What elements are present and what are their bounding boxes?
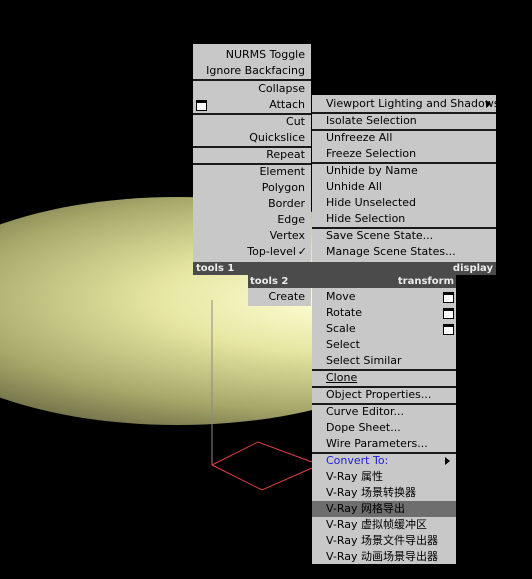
menu-item-hide-selection[interactable]: Hide Selection xyxy=(312,211,496,227)
menu-item-move-label: Move xyxy=(326,290,356,303)
menu-item-vertex[interactable]: Vertex xyxy=(193,228,311,244)
quad-menu-tools1: NURMS Toggle Ignore Backfacing Collapse … xyxy=(193,44,311,262)
menu-item-save-scene-state[interactable]: Save Scene State... xyxy=(312,228,496,244)
menu-item-freeze-selection[interactable]: Freeze Selection xyxy=(312,146,496,162)
menu-item-create[interactable]: Create xyxy=(248,289,311,305)
quad-label-display: display xyxy=(452,263,493,274)
menu-item-rotate-label: Rotate xyxy=(326,306,363,319)
menu-item-repeat[interactable]: Repeat xyxy=(193,147,311,163)
rotate-settings-icon[interactable] xyxy=(443,308,454,319)
menu-item-scale[interactable]: Scale xyxy=(312,321,456,337)
menu-item-unhide-all[interactable]: Unhide All xyxy=(312,179,496,195)
menu-item-isolate-selection[interactable]: Isolate Selection xyxy=(312,113,496,129)
menu-item-vray-properties[interactable]: V-Ray 属性 xyxy=(312,469,456,485)
menu-item-viewport-lighting[interactable]: Viewport Lighting and Shadows xyxy=(312,96,500,112)
menu-item-top-level-label: Top-level xyxy=(247,245,296,258)
menu-item-cut[interactable]: Cut xyxy=(193,114,311,130)
menu-item-convert-to[interactable]: Convert To: xyxy=(312,453,456,469)
menu-item-attach[interactable]: Attach xyxy=(193,97,311,113)
menu-item-vray-frame-buffer[interactable]: V-Ray 虚拟帧缓冲区 xyxy=(312,517,456,533)
attach-settings-icon[interactable] xyxy=(196,100,207,111)
quad-label-bar-bottom: tools 2 transform xyxy=(248,275,456,288)
menu-item-unhide-by-name[interactable]: Unhide by Name xyxy=(312,163,496,179)
menu-item-manage-scene-states[interactable]: Manage Scene States... xyxy=(312,244,496,260)
menu-item-viewport-lighting-label: Viewport Lighting and Shadows xyxy=(326,97,500,110)
menu-item-nurms-toggle[interactable]: NURMS Toggle xyxy=(193,47,311,63)
menu-item-vray-animation-scene-exporter[interactable]: V-Ray 动画场景导出器 xyxy=(312,549,456,565)
menu-item-vray-mesh-export[interactable]: V-Ray 网格导出 xyxy=(312,501,456,517)
submenu-arrow-icon xyxy=(486,100,491,108)
submenu-arrow-icon xyxy=(445,457,450,465)
quad-label-bar-left: tools 1 xyxy=(193,262,312,275)
quad-label-tools2: tools 2 xyxy=(250,276,289,287)
menu-item-move[interactable]: Move xyxy=(312,289,456,305)
menu-item-quickslice[interactable]: Quickslice xyxy=(193,130,311,146)
menu-item-clone[interactable]: Clone xyxy=(312,370,456,386)
menu-item-ignore-backfacing[interactable]: Ignore Backfacing xyxy=(193,63,311,79)
menu-item-rotate[interactable]: Rotate xyxy=(312,305,456,321)
menu-item-border[interactable]: Border xyxy=(193,196,311,212)
quad-label-tools1: tools 1 xyxy=(196,263,235,274)
menu-item-wire-parameters[interactable]: Wire Parameters... xyxy=(312,436,456,452)
menu-item-collapse[interactable]: Collapse xyxy=(193,81,311,97)
quad-menu-tools2: Create xyxy=(248,288,311,306)
quad-label-transform: transform xyxy=(397,276,454,287)
quad-menu-display: Viewport Lighting and Shadows Isolate Se… xyxy=(312,95,500,262)
menu-item-element[interactable]: Element xyxy=(193,164,311,180)
menu-item-hide-unselected[interactable]: Hide Unselected xyxy=(312,195,496,211)
menu-item-object-properties[interactable]: Object Properties... xyxy=(312,387,456,403)
menu-item-vray-scene-file-exporter[interactable]: V-Ray 场景文件导出器 xyxy=(312,533,456,549)
quad-label-bar-right: display xyxy=(312,262,496,275)
menu-item-select[interactable]: Select xyxy=(312,337,456,353)
quad-menu-transform: Move Rotate Scale Select Select Similar … xyxy=(312,288,456,564)
menu-item-unfreeze-all[interactable]: Unfreeze All xyxy=(312,130,496,146)
menu-item-convert-to-label: Convert To: xyxy=(326,454,389,467)
menu-item-scale-label: Scale xyxy=(326,322,356,335)
menu-item-edge[interactable]: Edge xyxy=(193,212,311,228)
menu-item-attach-label: Attach xyxy=(269,98,305,111)
menu-item-polygon[interactable]: Polygon xyxy=(193,180,311,196)
menu-item-top-level[interactable]: Top-level ✓ xyxy=(193,244,311,260)
move-settings-icon[interactable] xyxy=(443,292,454,303)
menu-item-select-similar[interactable]: Select Similar xyxy=(312,353,456,369)
menu-item-vray-scene-converter[interactable]: V-Ray 场景转换器 xyxy=(312,485,456,501)
menu-item-curve-editor[interactable]: Curve Editor... xyxy=(312,404,456,420)
checkmark-icon: ✓ xyxy=(297,245,307,258)
menu-item-dope-sheet[interactable]: Dope Sheet... xyxy=(312,420,456,436)
scale-settings-icon[interactable] xyxy=(443,324,454,335)
